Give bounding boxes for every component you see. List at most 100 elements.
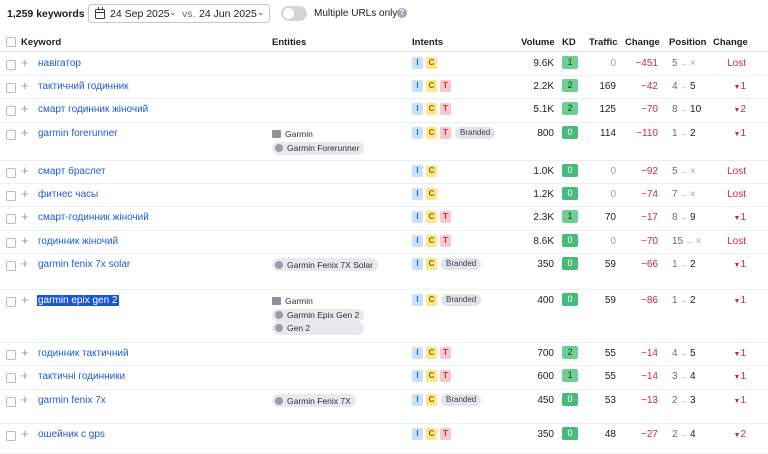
position-to: 5 xyxy=(690,81,696,92)
traffic-change-value: −451 xyxy=(635,58,658,69)
table-row: + навігатор I C 9.6K 1 0 −451 5 → × Lost xyxy=(0,53,768,76)
add-keyword-icon[interactable]: + xyxy=(21,293,29,306)
keyword-link[interactable]: фитнес часы xyxy=(38,189,98,200)
chevron-down-icon[interactable]: ⌄ xyxy=(257,7,265,18)
select-all-checkbox[interactable] xyxy=(6,37,16,47)
kd-badge: 0 xyxy=(562,393,578,406)
add-keyword-icon[interactable]: + xyxy=(21,393,29,406)
keyword-link[interactable]: garmin fenix 7x solar xyxy=(38,259,130,270)
position-change-number: Lost xyxy=(727,236,746,247)
add-keyword-icon[interactable]: + xyxy=(21,234,29,247)
row-checkbox[interactable] xyxy=(6,168,16,178)
position-to: 2 xyxy=(690,259,696,270)
intent-badge-c: C xyxy=(426,394,437,406)
row-checkbox[interactable] xyxy=(6,238,16,248)
position-cell: 1 → 2 xyxy=(672,128,696,139)
date-to[interactable]: 24 Jun 2025 xyxy=(199,8,257,20)
volume-value: 1.0K xyxy=(533,166,554,177)
row-checkbox[interactable] xyxy=(6,350,16,360)
row-checkbox[interactable] xyxy=(6,431,16,441)
keyword-link[interactable]: garmin forerunner xyxy=(38,128,117,139)
entity-item: Garmin xyxy=(272,127,364,142)
column-traffic[interactable]: Traffic xyxy=(589,37,618,48)
column-position-change[interactable]: Change xyxy=(713,37,748,48)
add-keyword-icon[interactable]: + xyxy=(21,427,29,440)
intent-badge-i: I xyxy=(412,211,423,223)
add-keyword-icon[interactable]: + xyxy=(21,126,29,139)
traffic-change-value: −110 xyxy=(636,128,658,139)
keyword-link[interactable]: годинник тактичний xyxy=(38,348,129,359)
arrow-right-icon: → xyxy=(677,372,691,381)
intent-badge-i: I xyxy=(412,80,423,92)
position-change-number: 1 xyxy=(740,128,746,139)
arrow-right-icon: → xyxy=(677,260,691,269)
table-row: + тактичний годинник I C T 2.2K 2 169 −42 4 → 5 ▼1 xyxy=(0,76,768,99)
row-checkbox[interactable] xyxy=(6,191,16,201)
add-keyword-icon[interactable]: + xyxy=(21,187,29,200)
position-to: 4 xyxy=(690,371,696,382)
branded-badge: Branded xyxy=(441,258,482,270)
row-checkbox[interactable] xyxy=(6,297,16,307)
row-checkbox[interactable] xyxy=(6,397,16,407)
intent-badge-t: T xyxy=(440,370,451,382)
traffic-value: 0 xyxy=(610,189,616,200)
intent-badge-i: I xyxy=(412,294,423,306)
add-keyword-icon[interactable]: + xyxy=(21,346,29,359)
column-intents[interactable]: Intents xyxy=(412,37,443,48)
keyword-count: 1,259 keywords xyxy=(7,8,85,20)
position-change-value: ▼1 xyxy=(734,348,747,359)
keyword-link[interactable]: годинник жіночий xyxy=(38,236,118,247)
column-keyword[interactable]: Keyword xyxy=(21,37,61,48)
intent-badge-t: T xyxy=(440,127,451,139)
keyword-link[interactable]: тактичні годинники xyxy=(38,371,125,382)
volume-value: 600 xyxy=(537,371,554,382)
column-kd[interactable]: KD xyxy=(562,37,576,48)
add-keyword-icon[interactable]: + xyxy=(21,164,29,177)
row-checkbox[interactable] xyxy=(6,373,16,383)
keyword-link[interactable]: тактичний годинник xyxy=(38,81,129,92)
keyword-link[interactable]: смарт-годинник жіночий xyxy=(38,212,149,223)
add-keyword-icon[interactable]: + xyxy=(21,102,29,115)
help-icon[interactable]: ? xyxy=(397,8,407,18)
table-header: Keyword Entities Intents Volume KD Traff… xyxy=(0,33,768,52)
date-from[interactable]: 24 Sep 2025 xyxy=(110,8,170,20)
row-checkbox[interactable] xyxy=(6,261,16,271)
keyword-link[interactable]: смарт браслет xyxy=(38,166,106,177)
add-keyword-icon[interactable]: + xyxy=(21,257,29,270)
position-to: 9 xyxy=(690,212,696,223)
add-keyword-icon[interactable]: + xyxy=(21,210,29,223)
entity-label: Garmin Fenix 7X Solar xyxy=(287,259,373,270)
row-checkbox[interactable] xyxy=(6,214,16,224)
keyword-link[interactable]: навігатор xyxy=(38,58,81,69)
position-cell: 3 → 4 xyxy=(672,371,696,382)
row-checkbox[interactable] xyxy=(6,83,16,93)
keyword-link[interactable]: garmin epix gen 2 xyxy=(37,295,119,306)
intents-list: IC xyxy=(412,165,440,177)
keyword-link[interactable]: ошейник с gps xyxy=(38,429,105,440)
keyword-link[interactable]: garmin fenix 7x xyxy=(38,395,106,406)
intents-list: ICT xyxy=(412,211,454,223)
intent-badge-i: I xyxy=(412,57,423,69)
table-row: + garmin epix gen 2 Garmin Garmin Epix Gen … xyxy=(0,290,768,343)
position-change-value: ▼1 xyxy=(734,81,747,92)
kd-badge: 0 xyxy=(562,427,578,440)
entities-list: Garmin Garmin Forerunner xyxy=(272,127,365,155)
add-keyword-icon[interactable]: + xyxy=(21,369,29,382)
chevron-down-icon[interactable]: ⌄ xyxy=(169,7,177,18)
add-keyword-icon[interactable]: + xyxy=(21,56,29,69)
organization-icon xyxy=(272,130,281,139)
column-traffic-change[interactable]: Change xyxy=(625,37,660,48)
row-checkbox[interactable] xyxy=(6,130,16,140)
add-keyword-icon[interactable]: + xyxy=(21,79,29,92)
intent-badge-c: C xyxy=(426,258,437,270)
multiple-urls-toggle[interactable] xyxy=(281,6,307,21)
intents-list: I C Branded xyxy=(412,258,482,270)
position-to: × xyxy=(690,189,696,200)
row-checkbox[interactable] xyxy=(6,106,16,116)
row-checkbox[interactable] xyxy=(6,60,16,70)
column-volume[interactable]: Volume xyxy=(521,37,555,48)
keyword-link[interactable]: смарт годинник жіночий xyxy=(38,104,148,115)
column-position[interactable]: Position xyxy=(669,37,706,48)
traffic-change-value: −17 xyxy=(641,212,658,223)
date-range-picker[interactable]: 24 Sep 2025 ⌄ vs. 24 Jun 2025 ⌄ xyxy=(88,4,270,23)
